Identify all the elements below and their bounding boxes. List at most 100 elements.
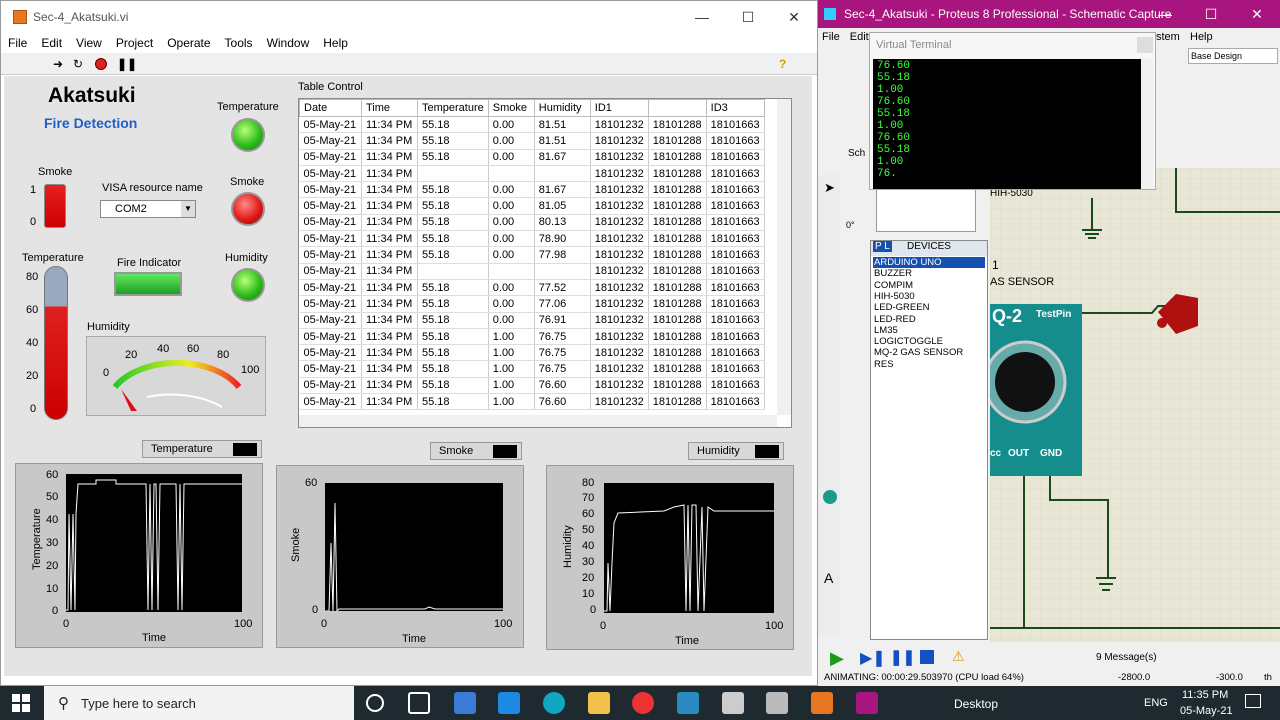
menu-operate[interactable]: Operate	[160, 36, 217, 50]
task-view-icon[interactable]	[408, 692, 430, 714]
pick-library-button[interactable]: P L	[873, 241, 892, 252]
menu-window[interactable]: Window	[260, 36, 317, 50]
file-explorer-icon[interactable]	[588, 692, 610, 714]
pr-menu-system[interactable]: stem	[1156, 31, 1180, 43]
table-row[interactable]: 05-May-21 11:34 PM 18101232 18101288 1810166…	[299, 263, 765, 280]
minimize-button[interactable]: —	[679, 1, 725, 33]
table-cell: 81.51	[534, 116, 591, 134]
table-row[interactable]: 05-May-21 11:34 PM 55.18 0.00 81.51 18101232 1…	[299, 116, 765, 134]
gauge-tick-40: 40	[157, 343, 170, 355]
close-button[interactable]: ✕	[1234, 0, 1280, 28]
table-row[interactable]: 05-May-21 11:34 PM 55.18 1.00 76.60 18101232 1…	[299, 393, 765, 411]
cortana-icon[interactable]	[366, 694, 384, 712]
stop-icon[interactable]	[920, 650, 934, 664]
hum-ytick-70: 70	[582, 492, 595, 504]
circle-tool-icon[interactable]	[823, 490, 837, 504]
table-row[interactable]: 05-May-21 11:34 PM 55.18 0.00 81.05 18101232 1…	[299, 197, 765, 215]
chrome-icon[interactable]	[632, 692, 654, 714]
menu-file[interactable]: File	[1, 36, 34, 50]
device-list-item[interactable]: COMPIM	[873, 280, 985, 291]
printer-icon[interactable]	[722, 692, 744, 714]
table-cell: 18101288	[648, 197, 707, 215]
arduino-icon[interactable]	[677, 692, 699, 714]
table-cell: 18101288	[648, 295, 707, 313]
table-row[interactable]: 05-May-21 11:34 PM 55.18 1.00 76.60 18101232 1…	[299, 377, 765, 395]
device-list-item[interactable]: RES	[873, 359, 985, 370]
clock-time[interactable]: 11:35 PM	[1182, 689, 1228, 701]
proteus-taskbar-icon[interactable]	[856, 692, 878, 714]
device-list-item[interactable]: LOGICTOGGLE	[873, 336, 985, 347]
windows-start-icon[interactable]	[12, 694, 30, 712]
taskbar-search[interactable]: ⚲ Type here to search	[44, 686, 354, 720]
table-row[interactable]: 05-May-21 11:34 PM 55.18 0.00 81.51 18101232 1…	[299, 132, 765, 150]
menu-tools[interactable]: Tools	[218, 36, 260, 50]
mail-icon[interactable]	[498, 692, 520, 714]
menu-edit[interactable]: Edit	[34, 36, 69, 50]
table-row[interactable]: 05-May-21 11:34 PM 55.18 0.00 78.90 18101232 1…	[299, 230, 765, 248]
table-row[interactable]: 05-May-21 11:34 PM 55.18 0.00 80.13 18101232 1…	[299, 214, 765, 232]
select-tool-icon[interactable]: ➤	[824, 180, 835, 196]
table-cell: 18101232	[590, 393, 649, 411]
table-hscrollbar[interactable]	[299, 415, 777, 427]
table-cell: 11:34 PM	[361, 360, 418, 378]
pause-icon[interactable]: ❚❚	[117, 57, 137, 71]
table-row[interactable]: 05-May-21 11:34 PM 55.18 1.00 76.75 18101232 1…	[299, 328, 765, 346]
sumatra-icon[interactable]	[811, 692, 833, 714]
text-tool-icon[interactable]: A	[824, 570, 833, 586]
vt-close-button[interactable]	[1137, 37, 1153, 53]
device-list-item[interactable]: HIH-5030	[873, 291, 985, 302]
menu-project[interactable]: Project	[109, 36, 160, 50]
table-row[interactable]: 05-May-21 11:34 PM 55.18 0.00 81.67 18101232 1…	[299, 149, 765, 166]
device-list-item[interactable]: LED-RED	[873, 314, 985, 325]
pr-menu-help[interactable]: Help	[1190, 31, 1213, 43]
run-continuous-icon[interactable]: ↻	[73, 57, 83, 71]
table-control[interactable]: Date Time Temperature Smoke Humidity ID1 ID3 0…	[298, 98, 792, 428]
device-list-item[interactable]: LED-GREEN	[873, 302, 985, 313]
table-cell: 18101663	[706, 295, 765, 313]
table-row[interactable]: 05-May-21 11:34 PM 55.18 0.00 77.06 18101232 1…	[299, 295, 765, 313]
run-arrow-icon[interactable]: ➜	[53, 57, 63, 71]
menu-view[interactable]: View	[69, 36, 109, 50]
temp-graph-legend: Temperature	[142, 440, 262, 458]
desktop-label[interactable]: Desktop	[954, 697, 998, 711]
pause-sim-icon[interactable]: ❚❚	[890, 648, 915, 666]
device-list-item[interactable]: LM35	[873, 325, 985, 336]
table-row[interactable]: 05-May-21 11:34 PM 55.18 0.00 77.52 18101232 1…	[299, 279, 765, 297]
table-vscrollbar[interactable]	[777, 99, 791, 415]
pr-menu-file[interactable]: File	[822, 31, 840, 43]
device-list-item[interactable]: MQ-2 GAS SENSOR	[873, 347, 985, 358]
minimize-button[interactable]: —	[1142, 0, 1188, 28]
table-row[interactable]: 05-May-21 11:34 PM 55.18 0.00 77.98 18101232 1…	[299, 246, 765, 264]
pr-menu-edit[interactable]: Edit	[850, 31, 869, 43]
table-row[interactable]: 05-May-21 11:34 PM 55.18 0.00 76.91 18101232 1…	[299, 312, 765, 329]
help-icon[interactable]: ?	[779, 57, 786, 71]
messages-count[interactable]: 9 Message(s)	[1096, 652, 1157, 663]
device-list-item[interactable]: ARDUINO UNO	[873, 257, 985, 268]
chevron-down-icon[interactable]: ▼	[181, 201, 195, 217]
table-row[interactable]: 05-May-21 11:34 PM 55.18 1.00 76.75 18101232 1…	[299, 360, 765, 378]
vt-scrollbar[interactable]	[1141, 59, 1153, 189]
menu-help[interactable]: Help	[316, 36, 355, 50]
maximize-button[interactable]: ☐	[1188, 0, 1234, 28]
schematic-tab[interactable]: Sch	[826, 144, 866, 164]
maximize-button[interactable]: ☐	[725, 1, 771, 33]
language-indicator[interactable]: ENG	[1144, 697, 1168, 709]
table-row[interactable]: 05-May-21 11:34 PM 55.18 1.00 76.75 18101232 1…	[299, 344, 765, 362]
labview-taskbar-icon[interactable]	[766, 692, 788, 714]
play-icon[interactable]: ▶	[830, 648, 844, 669]
design-select[interactable]: Base Design	[1188, 48, 1278, 64]
visa-select[interactable]: COM2 ▼	[100, 200, 196, 218]
table-row[interactable]: 05-May-21 11:34 PM 55.18 0.00 81.67 18101232 1…	[299, 181, 765, 199]
step-icon[interactable]: ▶❚	[860, 648, 886, 668]
smoke-slider[interactable]	[44, 184, 66, 228]
notification-icon[interactable]	[1245, 694, 1261, 708]
store-icon[interactable]	[454, 692, 476, 714]
abort-icon[interactable]	[95, 58, 107, 70]
close-button[interactable]: ✕	[771, 1, 817, 33]
clock-date[interactable]: 05-May-21	[1180, 705, 1233, 717]
device-list-item[interactable]: BUZZER	[873, 268, 985, 279]
edge-icon[interactable]	[543, 692, 565, 714]
table-row[interactable]: 05-May-21 11:34 PM 18101232 18101288 1810166…	[299, 165, 765, 183]
schematic-sheet[interactable]: HIH-5030 1 AS SENSOR Q-2 TestPin cc OUT …	[983, 168, 1280, 642]
table-cell: 0.00	[488, 312, 535, 329]
